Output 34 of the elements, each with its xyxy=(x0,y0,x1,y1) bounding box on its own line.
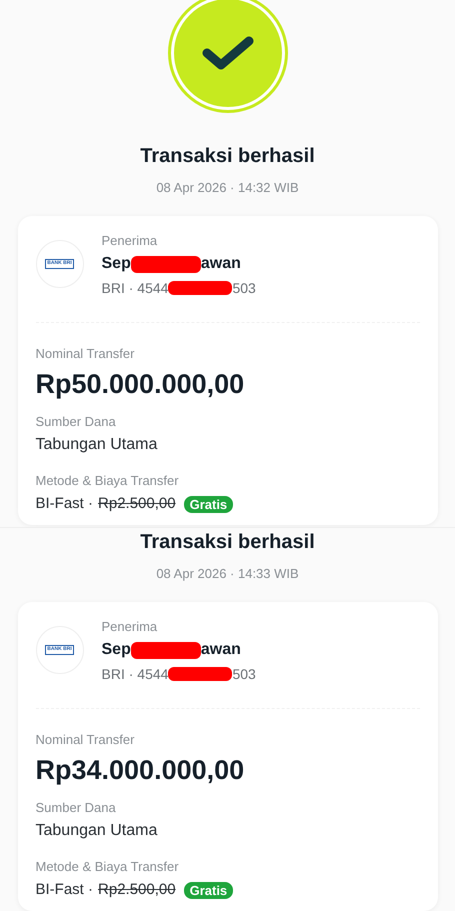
recipient-name-end: awan xyxy=(200,640,241,660)
source-account: Tabungan Utama xyxy=(36,435,158,455)
source-label: Sumber Dana xyxy=(36,413,117,431)
account-number-end: 503 xyxy=(232,278,256,298)
transfer-method: BI-Fast · xyxy=(36,494,94,514)
recipient-label: Penerima xyxy=(102,232,158,250)
redaction-mark xyxy=(168,281,232,295)
transaction-datetime: 08 Apr 2026 · 14:33 WIB xyxy=(156,565,299,583)
source-label: Sumber Dana xyxy=(36,799,117,817)
amount-label: Nominal Transfer xyxy=(36,731,136,749)
free-badge: Gratis xyxy=(184,882,234,898)
method-label: Metode & Biaya Transfer xyxy=(36,858,180,876)
original-fee: Rp2.500,00 xyxy=(98,494,176,514)
transaction-datetime: 08 Apr 2026 · 14:32 WIB xyxy=(156,179,299,197)
amount-label: Nominal Transfer xyxy=(36,345,136,363)
account-number-end: 503 xyxy=(232,664,256,684)
transfer-amount: Rp50.000.000,00 xyxy=(36,368,246,401)
recipient-name-start: Sep xyxy=(102,254,131,274)
recipient-label: Penerima xyxy=(102,618,158,636)
recipient-name-end: awan xyxy=(200,254,241,274)
recipient-name-start: Sep xyxy=(102,640,131,660)
redaction-mark xyxy=(168,667,232,681)
redaction-mark xyxy=(130,642,201,658)
account-number-start: BRI · 4544 xyxy=(102,278,168,298)
transfer-method: BI-Fast · xyxy=(36,880,94,900)
transfer-amount: Rp34.000.000,00 xyxy=(36,754,246,787)
status-title: Transaksi berhasil xyxy=(140,530,315,555)
redaction-mark xyxy=(130,256,201,272)
original-fee: Rp2.500,00 xyxy=(98,880,176,900)
free-badge: Gratis xyxy=(184,496,234,512)
method-label: Metode & Biaya Transfer xyxy=(36,472,180,490)
account-number-start: BRI · 4544 xyxy=(102,664,168,684)
status-title: Transaksi berhasil xyxy=(140,144,315,169)
source-account: Tabungan Utama xyxy=(36,821,158,841)
